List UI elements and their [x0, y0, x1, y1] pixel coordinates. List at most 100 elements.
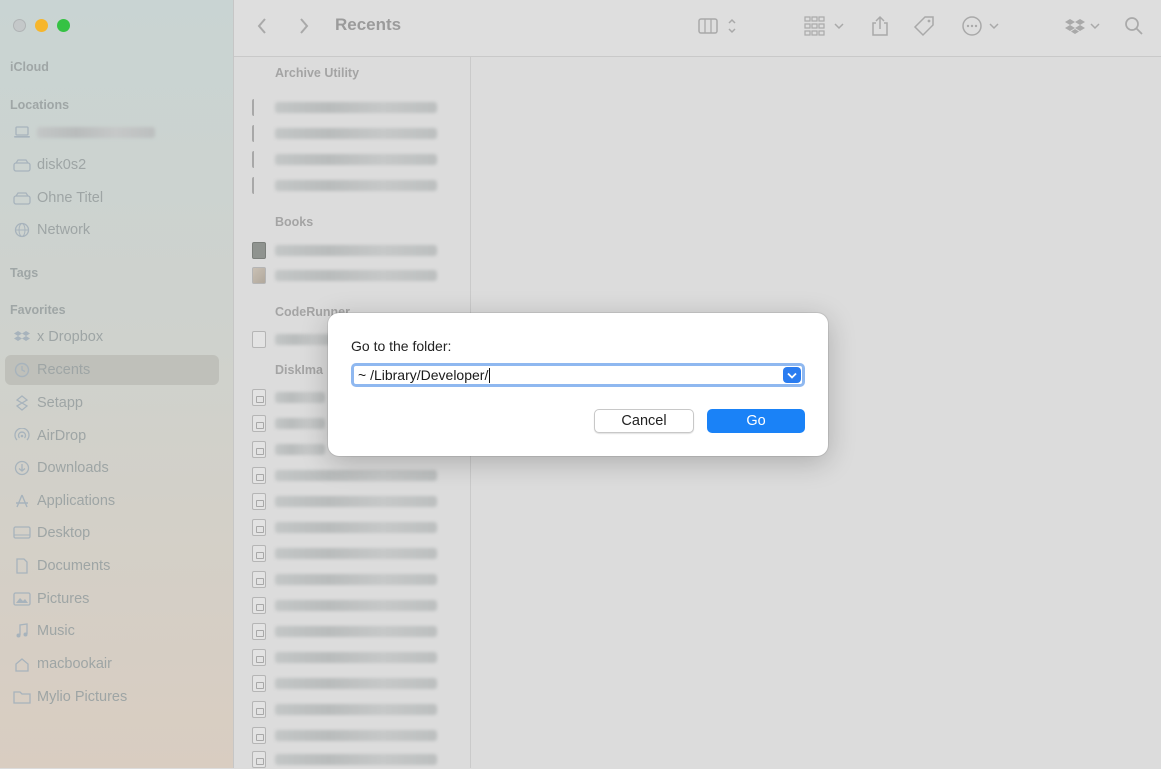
file-icon: [252, 150, 258, 168]
sidebar-item-disk0s2[interactable]: disk0s2: [5, 150, 219, 180]
folder-icon: [13, 689, 31, 705]
sidebar-item-macbookair[interactable]: macbookair: [5, 649, 219, 679]
sidebar-item-applications[interactable]: Applications: [5, 486, 219, 516]
more-actions-button[interactable]: [961, 13, 1003, 39]
redacted-filename: [275, 391, 325, 403]
sidebar-item-label: Recents: [37, 362, 91, 378]
minimize-window-button[interactable]: [35, 19, 48, 32]
disk-image-icon: [252, 518, 266, 536]
sidebar-item-laptop[interactable]: [5, 117, 219, 147]
list-item[interactable]: [252, 725, 437, 745]
go-button[interactable]: Go: [707, 409, 805, 433]
sidebar-heading-tags[interactable]: Tags: [10, 266, 38, 280]
list-item[interactable]: [252, 387, 325, 407]
disk-image-icon: [252, 648, 266, 666]
sidebar-heading-icloud[interactable]: iCloud: [10, 60, 49, 74]
dropbox-icon: [13, 329, 31, 345]
sidebar-item-desktop[interactable]: Desktop: [5, 518, 219, 548]
list-item[interactable]: [252, 439, 325, 459]
redacted-filename: [275, 521, 437, 533]
list-item[interactable]: [252, 240, 437, 260]
sidebar-item-dropbox[interactable]: x Dropbox: [5, 322, 219, 352]
list-item[interactable]: [252, 149, 437, 169]
sidebar-item-documents[interactable]: Documents: [5, 551, 219, 581]
list-item[interactable]: [252, 517, 437, 537]
sidebar-item-setapp[interactable]: Setapp: [5, 388, 219, 418]
file-icon: [252, 98, 258, 116]
sidebar-item-ohne-titel[interactable]: Ohne Titel: [5, 183, 219, 213]
redacted-filename: [275, 443, 325, 455]
list-item[interactable]: [252, 329, 335, 349]
list-item[interactable]: [252, 569, 437, 589]
path-history-dropdown-button[interactable]: [783, 367, 801, 383]
maximize-window-button[interactable]: [57, 19, 70, 32]
chevron-left-icon: [257, 18, 266, 34]
list-item[interactable]: [252, 123, 437, 143]
sidebar-item-mylio-pictures[interactable]: Mylio Pictures: [5, 682, 219, 712]
sidebar-item-airdrop[interactable]: AirDrop: [5, 421, 219, 451]
sidebar-item-label: Desktop: [37, 525, 91, 541]
disk-image-icon: [252, 414, 266, 432]
folder-path-input[interactable]: ~ /Library/Developer/: [351, 363, 805, 387]
share-button[interactable]: [871, 13, 889, 39]
list-item[interactable]: [252, 595, 437, 615]
toolbar: Recents: [234, 0, 1161, 57]
redacted-filename: [275, 753, 437, 765]
list-item[interactable]: [252, 97, 437, 117]
list-item[interactable]: [252, 491, 437, 511]
redacted-filename: [275, 599, 437, 611]
sidebar-item-music[interactable]: Music: [5, 616, 219, 646]
cancel-button[interactable]: Cancel: [594, 409, 694, 433]
redacted-filename: [275, 729, 437, 741]
download-icon: [13, 460, 31, 476]
tag-button[interactable]: [913, 13, 935, 39]
applications-icon: [13, 493, 31, 509]
list-item[interactable]: [252, 543, 437, 563]
redacted-filename: [275, 127, 437, 139]
sidebar-item-downloads[interactable]: Downloads: [5, 453, 219, 483]
list-item[interactable]: [252, 749, 437, 769]
sidebar-item-label: Ohne Titel: [37, 190, 104, 206]
list-item[interactable]: [252, 699, 437, 719]
forward-button[interactable]: [298, 13, 310, 39]
text-caret: [489, 367, 491, 383]
redacted-filename: [275, 417, 325, 429]
disk-image-icon: [252, 440, 266, 458]
view-columns-button[interactable]: [698, 13, 738, 39]
ellipsis-circle-icon: [962, 16, 999, 36]
sidebar-item-pictures[interactable]: Pictures: [5, 584, 219, 614]
grid-icon: [804, 16, 844, 36]
sidebar-item-label: Network: [37, 222, 91, 238]
file-icon: [252, 176, 258, 194]
redacted-filename: [275, 179, 437, 191]
list-item[interactable]: [252, 621, 437, 641]
list-item[interactable]: [252, 413, 325, 433]
close-window-button[interactable]: [13, 19, 26, 32]
sidebar-heading-favorites[interactable]: Favorites: [10, 303, 66, 317]
pictures-icon: [13, 591, 31, 607]
list-item[interactable]: [252, 673, 437, 693]
sidebar-item-recents[interactable]: Recents: [5, 355, 219, 385]
group-button[interactable]: [804, 13, 846, 39]
network-icon: [13, 222, 31, 238]
list-item[interactable]: [252, 647, 437, 667]
redacted-filename: [275, 703, 437, 715]
redacted-filename: [275, 153, 437, 165]
redacted-filename: [275, 244, 437, 256]
list-item[interactable]: [252, 465, 437, 485]
dropbox-menu-button[interactable]: [1065, 13, 1103, 39]
disk-image-icon: [252, 570, 266, 588]
tag-icon: [913, 16, 934, 37]
list-item[interactable]: [252, 175, 437, 195]
disk-image-icon: [252, 544, 266, 562]
back-button[interactable]: [256, 13, 268, 39]
sidebar-item-network[interactable]: Network: [5, 215, 219, 245]
redacted-filename: [275, 677, 437, 689]
list-item[interactable]: [252, 265, 437, 285]
search-button[interactable]: [1124, 13, 1144, 39]
sidebar-item-label: Applications: [37, 493, 116, 509]
sidebar-item-label: Music: [37, 623, 75, 639]
sidebar-heading-locations[interactable]: Locations: [10, 98, 69, 112]
sidebar: iCloud Locations disk0s2 Ohne Titel Netw…: [0, 0, 234, 768]
sidebar-item-label: Setapp: [37, 395, 83, 411]
